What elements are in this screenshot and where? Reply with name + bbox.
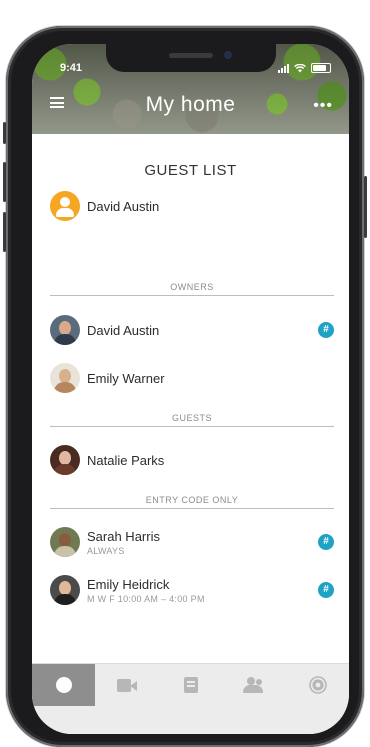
side-button-silent: [3, 122, 6, 144]
avatar: [50, 363, 80, 393]
tab-video[interactable]: [95, 664, 158, 706]
entry-code-only-label: ENTRY CODE ONLY: [145, 495, 239, 505]
avatar: [50, 575, 80, 605]
notch: [106, 44, 276, 72]
entry-schedule: M W F 10:00 AM – 4:00 PM: [87, 593, 205, 604]
list-icon: [183, 677, 198, 693]
page-title: My home: [145, 93, 236, 116]
battery-icon: [311, 63, 331, 73]
entry-code-icon[interactable]: #: [318, 534, 334, 550]
list-item-entry-code[interactable]: Sarah Harris ALWAYS #: [50, 525, 334, 559]
owner-name: Emily Warner: [87, 370, 165, 386]
video-camera-icon: [116, 678, 137, 692]
avatar: [50, 445, 80, 475]
primary-user-row[interactable]: David Austin: [50, 189, 334, 223]
speaker: [169, 53, 213, 58]
status-time: 9:41: [60, 62, 83, 74]
entry-code-icon[interactable]: #: [318, 582, 334, 598]
side-button-volume-up: [3, 162, 6, 202]
people-icon: [242, 677, 265, 693]
home-dot-icon: [55, 677, 72, 693]
avatar: [50, 527, 80, 557]
guests-label: GUESTS: [171, 413, 212, 423]
list-item-owner[interactable]: David Austin #: [50, 313, 334, 347]
front-camera: [224, 51, 232, 59]
avatar: [50, 315, 80, 345]
owner-avatar-icon: [50, 191, 80, 221]
owner-name: David Austin: [87, 322, 160, 338]
list-item-entry-code[interactable]: Emily Heidrick M W F 10:00 AM – 4:00 PM …: [50, 573, 334, 607]
entry-user-name: Emily Heidrick: [87, 576, 170, 592]
side-button-power: [364, 176, 367, 238]
tab-users[interactable]: [222, 664, 285, 706]
list-item-owner[interactable]: Emily Warner: [50, 361, 334, 395]
owners-label: OWNERS: [170, 282, 214, 292]
guest-name: Natalie Parks: [87, 452, 165, 468]
entry-user-name: Sarah Harris: [87, 528, 160, 544]
wifi-icon: [294, 63, 306, 72]
guest-list-title: GUEST LIST: [144, 162, 237, 179]
tab-settings[interactable]: [286, 664, 349, 706]
entry-schedule: ALWAYS: [87, 545, 125, 556]
gear-icon: [311, 679, 324, 691]
tab-home[interactable]: [32, 664, 95, 706]
tab-activity[interactable]: [159, 664, 222, 706]
entry-code-divider: ENTRY CODE ONLY: [50, 495, 334, 509]
more-options-icon[interactable]: •••: [313, 97, 333, 115]
owners-divider: OWNERS: [50, 282, 334, 296]
status-icons: [278, 63, 331, 73]
guests-divider: GUESTS: [50, 413, 334, 427]
entry-code-icon[interactable]: #: [318, 322, 334, 338]
list-item-guest[interactable]: Natalie Parks: [50, 443, 334, 477]
app-screen: 9:41 My home ••• GUEST LIST David Austin…: [32, 44, 349, 734]
side-button-volume-down: [3, 212, 6, 252]
signal-icon: [278, 63, 289, 73]
user-name: David Austin: [87, 198, 160, 214]
bottom-tab-bar: [32, 663, 349, 734]
